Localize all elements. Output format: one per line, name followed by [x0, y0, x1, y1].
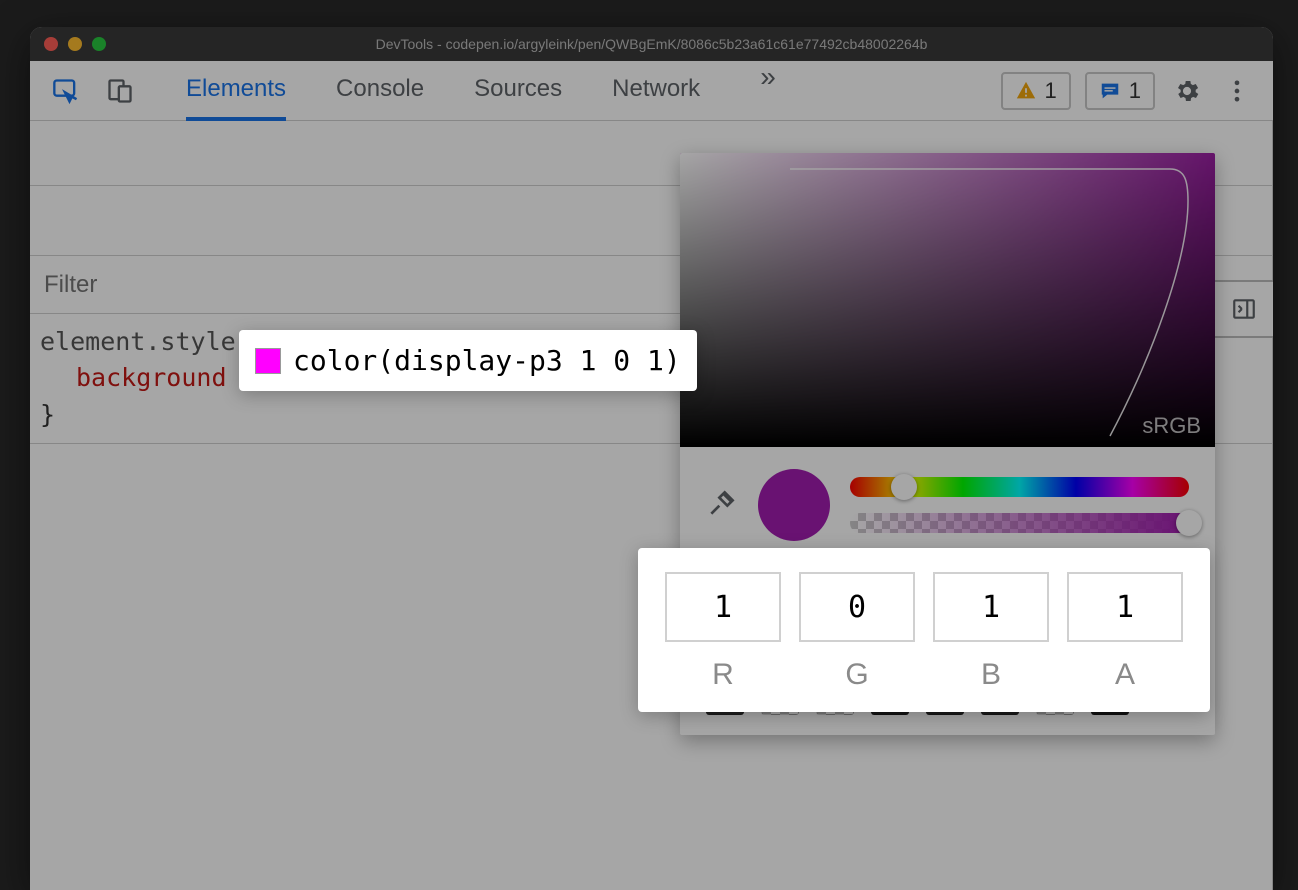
devtools-toolbar: Elements Console Sources Network » 1 1: [30, 61, 1273, 121]
settings-icon[interactable]: [1169, 73, 1205, 109]
inspect-element-icon[interactable]: [48, 73, 84, 109]
hue-slider[interactable]: [850, 477, 1189, 497]
rgba-label-b: B: [981, 658, 1001, 692]
eyedropper-icon[interactable]: [706, 487, 738, 524]
rgba-label-a: A: [1115, 658, 1135, 692]
rgba-input-g[interactable]: [799, 572, 915, 642]
alpha-slider[interactable]: [850, 513, 1189, 533]
rgba-field-b: B: [933, 572, 1049, 692]
window-title: DevTools - codepen.io/argyleink/pen/QWBg…: [30, 36, 1273, 52]
device-toggle-icon[interactable]: [102, 73, 138, 109]
gamut-label: sRGB: [1142, 413, 1201, 439]
sidebar-collapse-icon[interactable]: [1213, 280, 1273, 338]
color-field[interactable]: sRGB: [680, 153, 1215, 447]
rgba-field-g: G: [799, 572, 915, 692]
selected-color-preview: [758, 469, 830, 541]
traffic-lights: [44, 37, 106, 51]
tab-console[interactable]: Console: [336, 61, 424, 121]
toolbar-right: 1 1: [1001, 72, 1256, 110]
rgba-field-r: R: [665, 572, 781, 692]
window-close-button[interactable]: [44, 37, 58, 51]
tab-network[interactable]: Network: [612, 61, 700, 121]
css-property-name: background: [76, 363, 227, 392]
rgba-label-r: R: [712, 658, 734, 692]
tabs-overflow-icon[interactable]: »: [750, 61, 786, 121]
css-value-text[interactable]: color(display-p3 1 0 1): [293, 344, 681, 377]
rgba-input-b[interactable]: [933, 572, 1049, 642]
warnings-badge[interactable]: 1: [1001, 72, 1071, 110]
rgba-input-r[interactable]: [665, 572, 781, 642]
rgba-label-g: G: [845, 658, 868, 692]
rgba-input-a[interactable]: [1067, 572, 1183, 642]
message-icon: [1099, 80, 1121, 102]
tab-sources[interactable]: Sources: [474, 61, 562, 121]
messages-count: 1: [1129, 78, 1141, 104]
rgba-inputs-popup: RGBA: [638, 548, 1210, 712]
tab-elements[interactable]: Elements: [186, 61, 286, 121]
css-value-popup: color(display-p3 1 0 1): [239, 330, 697, 391]
alpha-thumb[interactable]: [1176, 510, 1202, 536]
messages-badge[interactable]: 1: [1085, 72, 1155, 110]
window-titlebar: DevTools - codepen.io/argyleink/pen/QWBg…: [30, 27, 1273, 61]
hue-thumb[interactable]: [891, 474, 917, 500]
css-value-swatch[interactable]: [255, 348, 281, 374]
warning-icon: [1015, 80, 1037, 102]
rgba-field-a: A: [1067, 572, 1183, 692]
window-minimize-button[interactable]: [68, 37, 82, 51]
warnings-count: 1: [1045, 78, 1057, 104]
window-maximize-button[interactable]: [92, 37, 106, 51]
devtools-tabs: Elements Console Sources Network »: [186, 61, 786, 121]
more-menu-icon[interactable]: [1219, 73, 1255, 109]
gamut-boundary: [790, 161, 1190, 441]
